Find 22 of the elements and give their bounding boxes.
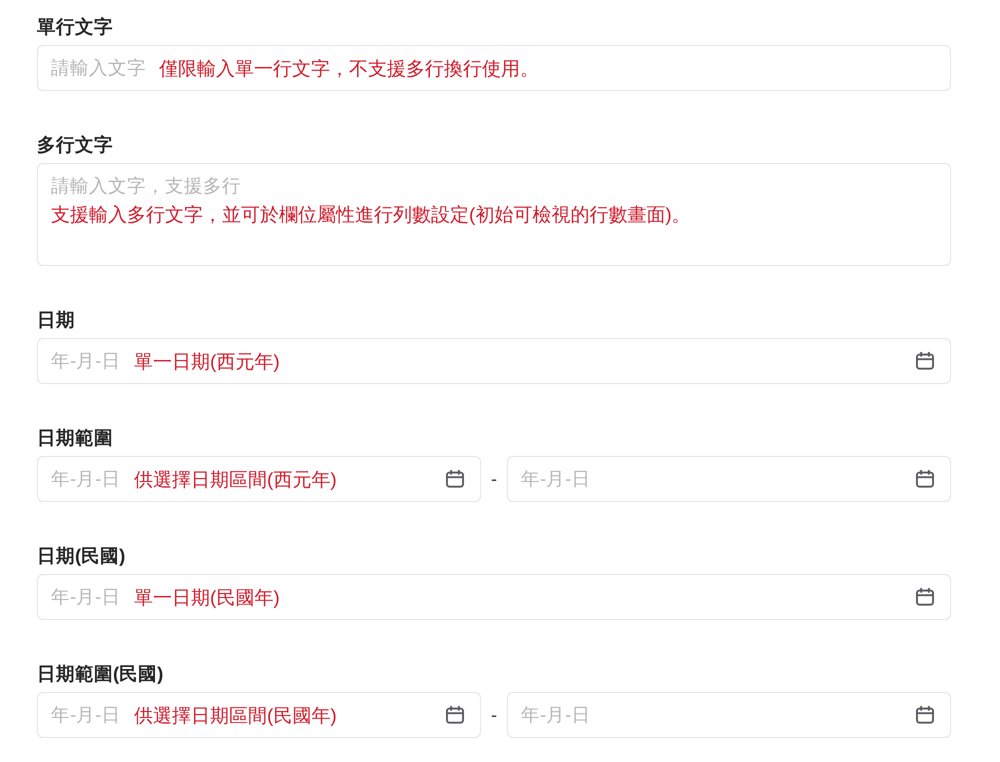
- calendar-icon[interactable]: [916, 352, 934, 370]
- range-separator: -: [490, 704, 498, 726]
- field-label: 日期範圍: [37, 426, 113, 450]
- annotation-text: 供選擇日期區間(民國年): [134, 705, 337, 729]
- date-input[interactable]: 年-月-日: [507, 692, 951, 738]
- calendar-icon[interactable]: [916, 470, 934, 488]
- annotation-text: 僅限輸入單一行文字，不支援多行換行使用。: [159, 58, 539, 82]
- annotation-text: 支援輸入多行文字，並可於欄位屬性進行列數設定(初始可檢視的行數畫面)。: [51, 204, 691, 228]
- calendar-icon[interactable]: [446, 706, 464, 724]
- field-label: 日期: [37, 308, 75, 332]
- field-label: 日期範圍(民國): [37, 662, 164, 686]
- range-separator: -: [490, 468, 498, 490]
- annotation-text: 單一日期(西元年): [134, 351, 280, 375]
- calendar-icon[interactable]: [916, 588, 934, 606]
- annotation-text: 供選擇日期區間(西元年): [134, 469, 337, 493]
- calendar-icon[interactable]: [916, 706, 934, 724]
- field-label: 單行文字: [37, 15, 113, 39]
- field-label: 多行文字: [37, 133, 113, 157]
- field-label: 日期(民國): [37, 544, 126, 568]
- date-input[interactable]: 年-月-日: [507, 456, 951, 502]
- calendar-icon[interactable]: [446, 470, 464, 488]
- annotation-text: 單一日期(民國年): [134, 587, 280, 611]
